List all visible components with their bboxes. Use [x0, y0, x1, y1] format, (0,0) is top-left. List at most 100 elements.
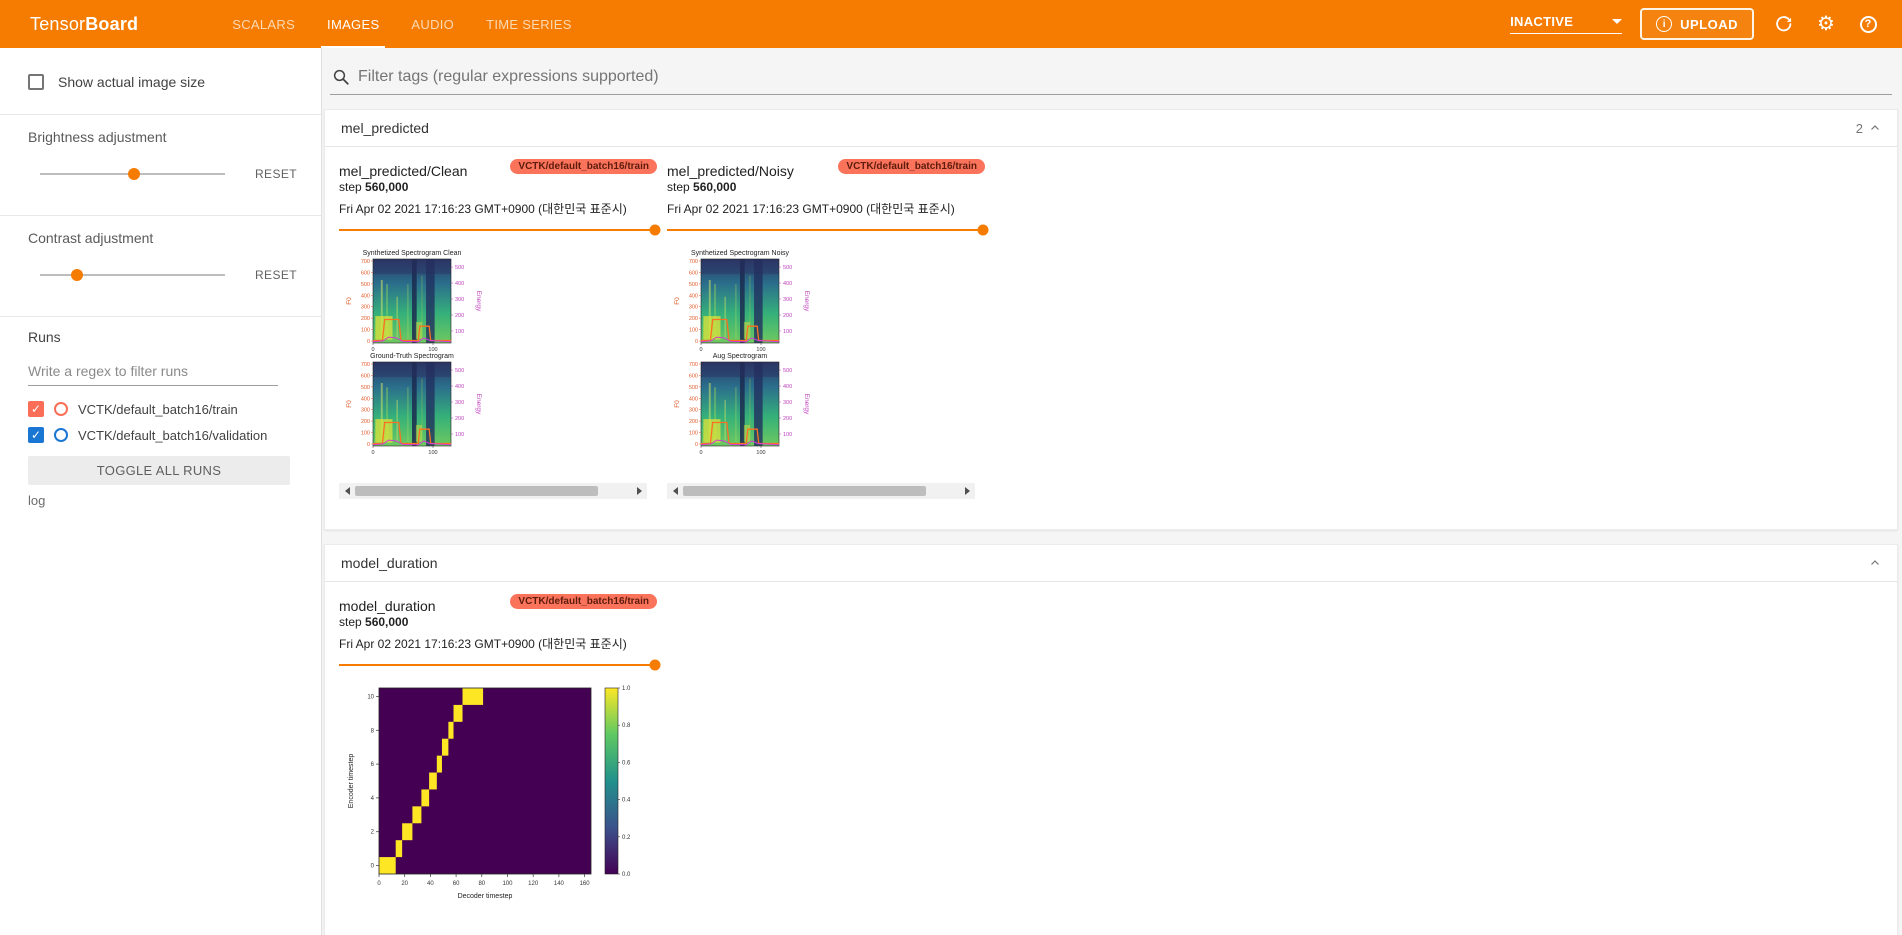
status-dropdown[interactable]: INACTIVE [1510, 14, 1623, 34]
scrollbar-thumb[interactable] [355, 486, 598, 496]
contrast-label: Contrast adjustment [28, 230, 154, 246]
run-label-train: VCTK/default_batch16/train [78, 401, 238, 417]
svg-text:400: 400 [455, 384, 464, 390]
contrast-slider-thumb[interactable] [71, 269, 83, 281]
svg-text:200: 200 [689, 419, 698, 425]
upload-button[interactable]: i UPLOAD [1640, 8, 1754, 40]
svg-text:500: 500 [689, 282, 698, 288]
svg-text:0.8: 0.8 [622, 723, 631, 729]
scroll-right-icon[interactable] [631, 483, 647, 499]
horizontal-scrollbar[interactable] [339, 483, 647, 499]
svg-text:100: 100 [689, 328, 698, 334]
tab-images[interactable]: IMAGES [311, 0, 395, 48]
step-slider[interactable] [339, 659, 661, 671]
help-icon[interactable]: ? [1856, 12, 1880, 36]
svg-text:0: 0 [367, 442, 370, 448]
section-card-count: 2 [1855, 120, 1863, 136]
svg-text:60: 60 [453, 881, 460, 887]
svg-text:F0: F0 [674, 400, 681, 408]
svg-text:300: 300 [455, 400, 464, 406]
svg-text:300: 300 [455, 297, 464, 303]
svg-text:100: 100 [428, 450, 437, 456]
collapse-chevron-icon[interactable] [1869, 122, 1881, 134]
svg-text:F0: F0 [674, 297, 681, 305]
svg-text:0: 0 [695, 339, 698, 345]
scroll-left-icon[interactable] [339, 483, 355, 499]
step-slider[interactable] [339, 224, 661, 236]
svg-text:0: 0 [377, 881, 381, 887]
run-checkbox-validation[interactable]: ✓ [28, 427, 44, 443]
scrollbar-thumb[interactable] [683, 486, 926, 496]
svg-text:200: 200 [361, 419, 370, 425]
toggle-all-runs-button[interactable]: TOGGLE ALL RUNS [28, 456, 290, 485]
svg-text:160: 160 [580, 881, 591, 887]
runs-filter-input[interactable] [28, 359, 278, 386]
svg-text:200: 200 [361, 316, 370, 322]
step-label: step [667, 180, 690, 194]
checkbox-unchecked-icon[interactable] [28, 74, 44, 90]
runs-title: Runs [28, 329, 61, 345]
step-slider-thumb[interactable] [649, 659, 661, 671]
section-model-duration-header[interactable]: model_duration [325, 545, 1897, 582]
step-slider-thumb[interactable] [977, 224, 989, 236]
svg-text:100: 100 [502, 881, 513, 887]
logo-board: Board [85, 13, 139, 34]
run-checkbox-train[interactable]: ✓ [28, 401, 44, 417]
run-row-validation[interactable]: ✓ VCTK/default_batch16/validation [28, 422, 305, 448]
run-radio-train[interactable] [54, 402, 68, 416]
tag-filter-input[interactable] [358, 68, 1890, 86]
svg-text:500: 500 [455, 265, 464, 271]
svg-text:500: 500 [689, 385, 698, 391]
svg-text:80: 80 [478, 881, 485, 887]
svg-text:10: 10 [367, 694, 374, 700]
step-slider-thumb[interactable] [649, 224, 661, 236]
contrast-slider[interactable] [40, 269, 225, 281]
contrast-reset-button[interactable]: RESET [247, 262, 305, 288]
settings-gear-icon[interactable]: ⚙ [1814, 12, 1838, 36]
scroll-left-icon[interactable] [667, 483, 683, 499]
brightness-reset-button[interactable]: RESET [247, 161, 305, 187]
brightness-slider-thumb[interactable] [128, 168, 141, 180]
svg-text:120: 120 [528, 881, 539, 887]
show-actual-size-checkbox[interactable]: Show actual image size [28, 68, 305, 96]
duration-alignment-figure: 0 20 40 60 80 100 120 140 160 0 2 4 6 8 10 Decoder time… [339, 682, 657, 917]
svg-text:400: 400 [455, 281, 464, 287]
svg-text:700: 700 [361, 259, 370, 265]
svg-text:200: 200 [783, 313, 792, 319]
svg-text:700: 700 [689, 259, 698, 265]
log-directory-label: log [28, 493, 46, 508]
svg-text:100: 100 [455, 329, 464, 335]
section-mel-predicted-header[interactable]: mel_predicted 2 [325, 110, 1897, 147]
svg-text:400: 400 [783, 384, 792, 390]
info-icon: i [1656, 16, 1673, 32]
run-badge: VCTK/default_batch16/train [510, 159, 657, 174]
svg-text:200: 200 [689, 316, 698, 322]
svg-text:100: 100 [361, 328, 370, 334]
tab-time-series[interactable]: TIME SERIES [470, 0, 588, 48]
run-radio-validation[interactable] [54, 428, 68, 442]
collapse-chevron-icon[interactable] [1869, 557, 1881, 569]
tab-audio[interactable]: AUDIO [395, 0, 470, 48]
tensorboard-logo[interactable]: TensorBoard [30, 14, 138, 35]
svg-text:100: 100 [455, 432, 464, 438]
svg-text:500: 500 [783, 265, 792, 271]
svg-text:Aug Spectrogram: Aug Spectrogram [713, 353, 768, 360]
svg-text:0.4: 0.4 [622, 798, 631, 804]
step-slider[interactable] [667, 224, 989, 236]
brightness-slider[interactable] [40, 168, 225, 180]
svg-text:0: 0 [371, 450, 374, 456]
refresh-icon[interactable] [1772, 12, 1796, 36]
scroll-right-icon[interactable] [959, 483, 975, 499]
svg-text:600: 600 [689, 270, 698, 276]
svg-text:Energy: Energy [475, 394, 482, 415]
chevron-down-icon [1612, 19, 1623, 24]
tab-scalars[interactable]: SCALARS [216, 0, 311, 48]
svg-text:6: 6 [371, 762, 375, 768]
svg-text:0: 0 [699, 347, 702, 353]
svg-text:0: 0 [367, 339, 370, 345]
svg-text:0: 0 [699, 450, 702, 456]
svg-text:300: 300 [783, 400, 792, 406]
run-row-train[interactable]: ✓ VCTK/default_batch16/train [28, 396, 305, 422]
horizontal-scrollbar[interactable] [667, 483, 975, 499]
run-badge: VCTK/default_batch16/train [510, 594, 657, 609]
